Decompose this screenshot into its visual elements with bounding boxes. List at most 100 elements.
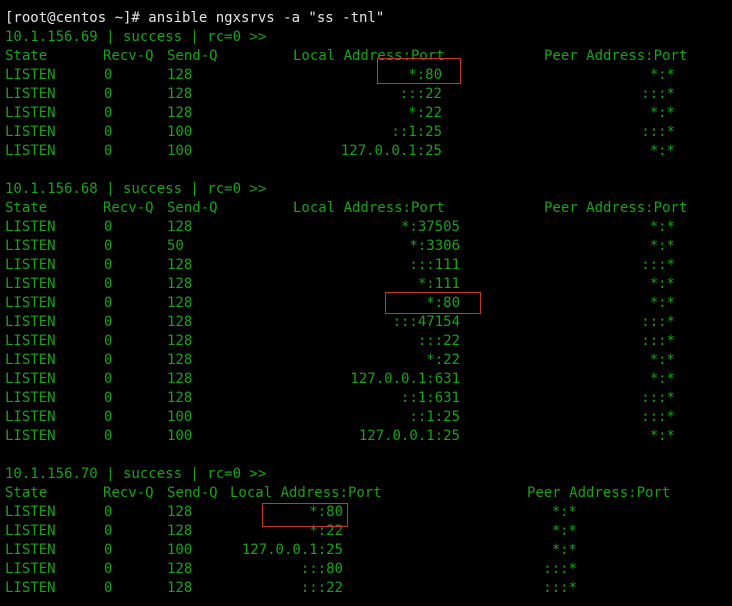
socket-row: LISTEN 0 100::1:25:::* (5, 123, 725, 142)
state-cell: LISTEN (5, 542, 56, 558)
peer-address-cell: *:* (649, 67, 675, 83)
recvq-cell: 0 (104, 67, 113, 83)
socket-row: LISTEN 0 128:::80:::* (5, 560, 725, 579)
peer-address-cell: *:* (551, 542, 577, 558)
peer-address-cell: *:* (649, 371, 675, 387)
terminal-window[interactable]: [root@centos ~]# ansible ngxsrvs -a "ss … (0, 0, 732, 606)
socket-row: LISTEN 0 128:::22:::* (5, 332, 725, 351)
local-address-cell: *:3306 (409, 238, 460, 254)
sendq-cell: 128 (167, 314, 193, 330)
state-cell: LISTEN (5, 219, 56, 235)
socket-row: LISTEN 0 100 127.0.0.1:25 *:* (5, 142, 725, 161)
header-state: State (5, 200, 48, 216)
local-address-cell: 127.0.0.1:25 (241, 542, 343, 558)
local-address-cell: *:37505 (400, 219, 460, 235)
state-cell: LISTEN (5, 238, 56, 254)
header-recvq: Recv-Q (103, 485, 154, 501)
sendq-cell: 50 (167, 238, 184, 254)
local-address-cell: ::1:631 (400, 390, 460, 406)
header-state: State (5, 485, 48, 501)
state-cell: LISTEN (5, 314, 56, 330)
peer-address-cell: *:* (649, 143, 675, 159)
column-header: State Recv-Q Send-Q Local Address:Port P… (5, 484, 725, 503)
recvq-cell: 0 (104, 390, 113, 406)
sendq-cell: 128 (167, 371, 193, 387)
sendq-cell: 100 (167, 124, 193, 140)
header-recvq: Recv-Q (103, 200, 154, 216)
header-local: Local Address:Port (230, 485, 382, 501)
peer-address-cell: *:* (649, 219, 675, 235)
recvq-cell: 0 (104, 580, 113, 596)
recvq-cell: 0 (104, 276, 113, 292)
sendq-cell: 128 (167, 561, 193, 577)
command-line: [root@centos ~]# ansible ngxsrvs -a "ss … (5, 10, 385, 26)
local-address-cell: *:111 (417, 276, 460, 292)
state-cell: LISTEN (5, 143, 56, 159)
peer-address-cell: :::* (641, 257, 675, 273)
host-summary-2: 10.1.156.68 | success | rc=0 >> (5, 181, 267, 197)
sendq-cell: 100 (167, 542, 193, 558)
header-sendq: Send-Q (167, 48, 218, 64)
peer-address-cell: :::* (641, 390, 675, 406)
state-cell: LISTEN (5, 428, 56, 444)
local-address-cell: :::22 (300, 580, 343, 596)
socket-row: LISTEN 0 128 *:22 *:* (5, 522, 725, 541)
header-peer: Peer Address:Port (527, 485, 671, 501)
recvq-cell: 0 (104, 105, 113, 121)
local-address-cell: :::111 (409, 257, 460, 273)
socket-row: LISTEN 0 128 *:80 *:* (5, 503, 725, 522)
header-recvq: Recv-Q (103, 48, 154, 64)
recvq-cell: 0 (104, 124, 113, 140)
column-header: State Recv-Q Send-Q Local Address:Port P… (5, 199, 725, 218)
socket-row: LISTEN 0 128:::22:::* (5, 85, 725, 104)
sendq-cell: 128 (167, 504, 193, 520)
state-cell: LISTEN (5, 523, 56, 539)
local-address-cell: *:80 (426, 295, 460, 311)
local-address-cell: :::22 (417, 333, 460, 349)
state-cell: LISTEN (5, 124, 56, 140)
socket-row: LISTEN 0 128 *:22 *:* (5, 351, 725, 370)
socket-row: LISTEN 0 100::1:25:::* (5, 408, 725, 427)
state-cell: LISTEN (5, 105, 56, 121)
socket-row: LISTEN 0 128::1:631:::* (5, 389, 725, 408)
peer-address-cell: :::* (641, 409, 675, 425)
local-address-cell: *:22 (408, 105, 442, 121)
socket-row: LISTEN 0 100 127.0.0.1:25 *:* (5, 427, 725, 446)
peer-address-cell: :::* (641, 333, 675, 349)
peer-address-cell: *:* (649, 428, 675, 444)
local-address-cell: ::1:25 (391, 124, 442, 140)
local-address-cell: 127.0.0.1:25 (340, 143, 442, 159)
host-summary-1: 10.1.156.69 | success | rc=0 >> (5, 29, 267, 45)
column-header: State Recv-Q Send-Q Local Address:Port P… (5, 47, 725, 66)
sendq-cell: 100 (167, 143, 193, 159)
local-address-cell: 127.0.0.1:631 (350, 371, 460, 387)
sendq-cell: 128 (167, 219, 193, 235)
peer-address-cell: :::* (543, 580, 577, 596)
recvq-cell: 0 (104, 371, 113, 387)
peer-address-cell: :::* (641, 314, 675, 330)
sendq-cell: 128 (167, 67, 193, 83)
local-address-cell: :::47154 (392, 314, 460, 330)
state-cell: LISTEN (5, 67, 56, 83)
state-cell: LISTEN (5, 86, 56, 102)
recvq-cell: 0 (104, 523, 113, 539)
recvq-cell: 0 (104, 238, 113, 254)
header-state: State (5, 48, 48, 64)
state-cell: LISTEN (5, 295, 56, 311)
socket-row: LISTEN 0 128 *:111 *:* (5, 275, 725, 294)
peer-address-cell: *:* (551, 504, 577, 520)
peer-address-cell: *:* (649, 295, 675, 311)
peer-address-cell: *:* (649, 105, 675, 121)
header-sendq: Send-Q (167, 485, 218, 501)
recvq-cell: 0 (104, 295, 113, 311)
peer-address-cell: *:* (649, 238, 675, 254)
recvq-cell: 0 (104, 542, 113, 558)
sendq-cell: 128 (167, 333, 193, 349)
recvq-cell: 0 (104, 257, 113, 273)
state-cell: LISTEN (5, 504, 56, 520)
local-address-cell: :::80 (300, 561, 343, 577)
sendq-cell: 128 (167, 86, 193, 102)
local-address-cell: 127.0.0.1:25 (358, 428, 460, 444)
local-address-cell: *:22 (426, 352, 460, 368)
local-address-cell: ::1:25 (409, 409, 460, 425)
